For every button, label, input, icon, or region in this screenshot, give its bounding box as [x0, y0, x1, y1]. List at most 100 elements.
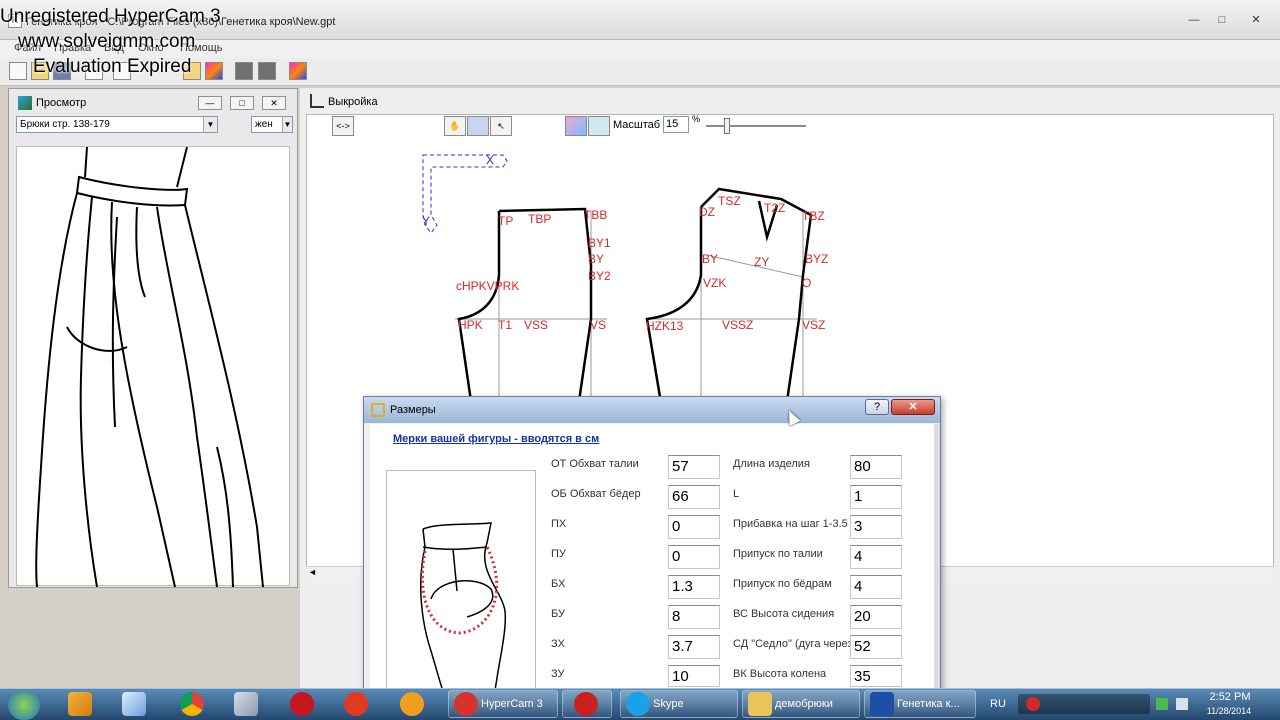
pattern-label: T1: [498, 318, 513, 332]
pointer-icon[interactable]: ↖: [490, 116, 512, 136]
dialog-close-button[interactable]: ✕: [891, 399, 935, 415]
preview-close-button[interactable]: ✕: [262, 96, 286, 110]
px-label: ПХ: [551, 518, 567, 530]
watermark-line-2: www.solveigmm.com: [18, 31, 196, 52]
clock-date[interactable]: 11/28/2014: [1196, 706, 1262, 716]
volume-icon[interactable]: [1176, 698, 1188, 710]
scale-slider[interactable]: [706, 125, 806, 127]
nav-button[interactable]: <->: [332, 116, 354, 136]
pattern-label: TP: [498, 214, 514, 228]
pattern-label: VSSZ: [722, 318, 754, 332]
px-input[interactable]: 0: [668, 515, 720, 539]
chevron-down-icon[interactable]: ▼: [282, 117, 292, 132]
pattern-label: DZ: [699, 205, 715, 219]
scale-slider-thumb[interactable]: [724, 118, 730, 134]
dialog-titlebar[interactable]: [364, 397, 940, 423]
trousers-sketch-image: [35, 146, 264, 588]
genetics-app-icon: [870, 692, 894, 716]
image-tool-icon[interactable]: [565, 116, 587, 136]
color-tool-icon[interactable]: [205, 62, 223, 80]
folder-icon: [748, 692, 772, 716]
hips-input[interactable]: 66: [668, 485, 720, 509]
dialog-subtitle[interactable]: Мерки вашей фигуры - вводятся в см: [393, 433, 599, 445]
media-player-icon[interactable]: [68, 692, 92, 716]
hips-label: ОБ Обхват бёдер: [551, 488, 641, 500]
hypercam-icon: [454, 692, 478, 716]
scale-input[interactable]: 15: [663, 116, 689, 133]
preview-title: Просмотр: [36, 97, 87, 109]
saddle-input[interactable]: 52: [850, 635, 902, 659]
knee-height-input[interactable]: 35: [850, 665, 902, 687]
dialog-help-button[interactable]: ?: [865, 399, 889, 415]
scale-unit: %: [692, 114, 701, 124]
language-indicator[interactable]: RU: [990, 698, 1006, 710]
fit-icon[interactable]: [588, 116, 610, 136]
preview-icon: [18, 96, 32, 110]
pattern-label: TBZ: [802, 209, 825, 223]
model-select-value: Брюки стр. 138-179: [20, 119, 110, 130]
trousers-sketch: [16, 146, 290, 588]
pattern-label: O: [802, 276, 812, 290]
close-button[interactable]: ✕: [1244, 12, 1268, 28]
opera-icon[interactable]: [290, 692, 314, 716]
audio-icon[interactable]: [234, 692, 258, 716]
watermark-line-3: Evaluation Expired: [33, 56, 192, 77]
length-label: Длина изделия: [733, 458, 810, 470]
scroll-left-icon[interactable]: ◄: [308, 567, 317, 577]
preview-minimize-button[interactable]: —: [198, 96, 222, 110]
zy-input[interactable]: 10: [668, 665, 720, 687]
network-icon[interactable]: [1156, 698, 1168, 710]
dialog-icon: [371, 403, 385, 417]
chevron-down-icon[interactable]: ▼: [203, 117, 217, 132]
hand-tool-icon[interactable]: ✋: [444, 116, 466, 136]
opera-icon: [574, 692, 598, 716]
new-file-icon[interactable]: [9, 62, 27, 80]
gender-select[interactable]: жен ▼: [251, 116, 293, 133]
length-input[interactable]: 80: [850, 455, 902, 479]
layout-icon[interactable]: [235, 62, 253, 80]
record-icon[interactable]: [1026, 697, 1040, 711]
gender-select-value: жен: [255, 119, 273, 130]
palette-icon[interactable]: [289, 62, 307, 80]
zx-label: ЗХ: [551, 638, 565, 650]
py-input[interactable]: 0: [668, 545, 720, 569]
yandex-icon[interactable]: [344, 692, 368, 716]
py-label: ПУ: [551, 548, 566, 560]
dialog-scrollbar[interactable]: [934, 424, 940, 688]
waist-input[interactable]: 57: [668, 455, 720, 479]
step-allowance-input[interactable]: 3: [850, 515, 902, 539]
waist-allowance-input[interactable]: 4: [850, 545, 902, 569]
seat-height-input[interactable]: 20: [850, 605, 902, 629]
zx-input[interactable]: 3.7: [668, 635, 720, 659]
preview-maximize-button[interactable]: □: [230, 96, 254, 110]
by-input[interactable]: 8: [668, 605, 720, 629]
pattern-label: VS: [590, 318, 607, 332]
hips-allowance-label: Припуск по бёдрам: [733, 578, 832, 590]
saddle-label: СД "Седло" (дуга через: [733, 638, 853, 650]
pattern-label: HPK: [458, 318, 483, 332]
figure-illustration: [386, 470, 536, 692]
pattern-label: X: [486, 153, 495, 167]
maximize-button[interactable]: □: [1210, 12, 1234, 28]
hips-allowance-input[interactable]: 4: [850, 575, 902, 599]
model-select[interactable]: Брюки стр. 138-179 ▼: [16, 116, 218, 133]
skype-icon: [626, 692, 650, 716]
pattern-label: TBP: [528, 212, 552, 226]
at-icon[interactable]: [400, 692, 424, 716]
watermark-line-1: Unregistered HyperCam 3: [0, 6, 221, 27]
pattern-label: T2Z: [764, 201, 786, 215]
bx-input[interactable]: 1.3: [668, 575, 720, 599]
l-input[interactable]: 1: [850, 485, 902, 509]
pattern-title: Выкройка: [328, 96, 378, 108]
windows-start-icon[interactable]: [8, 690, 40, 720]
waist-label: ОТ Обхват талии: [551, 458, 639, 470]
zy-label: ЗУ: [551, 668, 565, 680]
select-area-icon[interactable]: [467, 116, 489, 136]
chrome-icon[interactable]: [180, 692, 204, 716]
mail-icon[interactable]: [122, 692, 146, 716]
step-allowance-label: Прибавка на шаг 1-3.5: [733, 518, 848, 530]
layout-alt-icon[interactable]: [258, 62, 276, 80]
minimize-button[interactable]: —: [1182, 12, 1206, 28]
clock-time[interactable]: 2:52 PM: [1202, 691, 1258, 703]
figure-image: [419, 522, 507, 692]
